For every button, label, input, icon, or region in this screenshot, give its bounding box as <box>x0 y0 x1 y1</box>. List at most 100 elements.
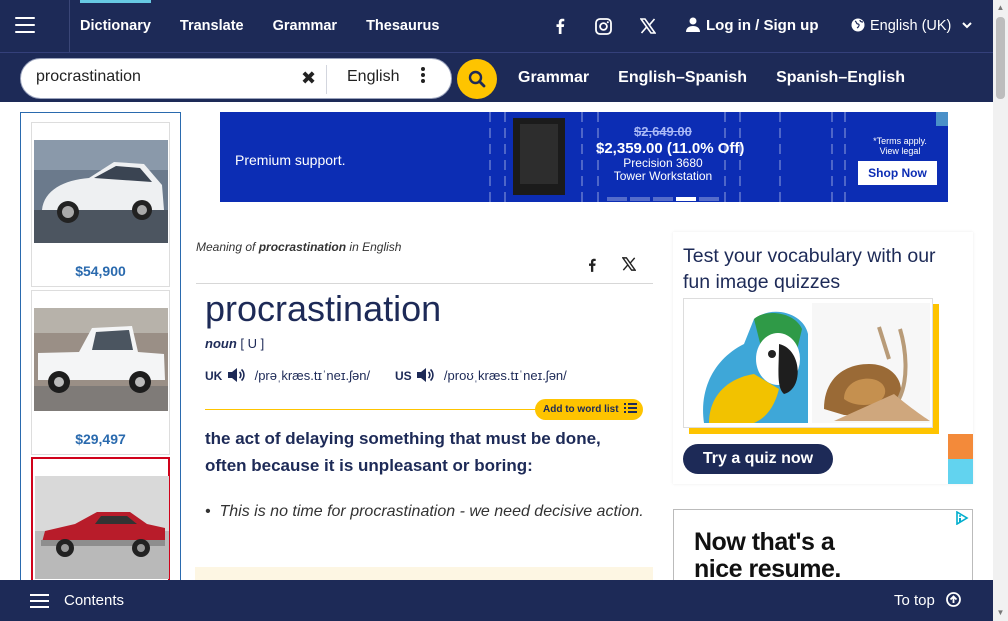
part-of-speech: noun [ U ] <box>205 336 264 351</box>
entry-meta: Meaning of procrastination in English <box>196 240 401 254</box>
definition-text: the act of delaying something that must … <box>205 429 601 475</box>
primary-nav: Dictionary Translate Grammar Thesaurus <box>80 0 468 52</box>
example-sentence: • This is no time for procrastination - … <box>205 500 645 524</box>
us-pronunciation: US /proʊˌkræs.tɪˈneɪ.ʃən/ <box>395 367 567 383</box>
share-x-icon[interactable] <box>621 257 637 276</box>
nav-translate[interactable]: Translate <box>180 0 244 52</box>
banner-new-price: $2,359.00 (11.0% Off) <box>596 140 745 157</box>
meaning-suffix: in English <box>349 240 402 254</box>
quick-link-spanish-english[interactable]: Spanish–English <box>776 69 905 87</box>
divider <box>205 409 543 410</box>
adchoices-icon[interactable] <box>954 511 970 525</box>
parrot-snail-illustration <box>690 303 930 423</box>
speaker-icon[interactable] <box>416 367 435 383</box>
login-label: Log in / Sign up <box>706 17 819 34</box>
x-twitter-icon[interactable] <box>640 0 656 52</box>
banner-headline: Premium support. <box>235 152 346 168</box>
clear-search-icon[interactable]: ✖ <box>301 68 316 89</box>
quiz-title: Test your vocabulary with our fun image … <box>683 245 936 293</box>
uk-ipa: /prəˌkræs.tɪˈneɪ.ʃən/ <box>254 368 371 383</box>
orange-stripe <box>948 434 973 459</box>
example-body: This is no time for procrastination - we… <box>219 503 644 520</box>
top-nav-bar: Dictionary Translate Grammar Thesaurus L… <box>0 0 993 52</box>
to-top-button[interactable]: To top <box>894 580 961 621</box>
shop-now-button[interactable]: Shop Now <box>858 161 937 185</box>
quiz-images[interactable] <box>683 298 933 428</box>
banner-terms[interactable]: *Terms apply. View legal <box>865 136 935 156</box>
left-ad-column: $54,900 $29,497 <box>20 112 181 582</box>
contents-label: Contents <box>64 592 125 609</box>
list-icon <box>624 403 638 413</box>
bottom-bar: Contents To top <box>0 580 993 621</box>
contents-button[interactable]: Contents <box>30 580 124 621</box>
image-quiz-widget: Test your vocabulary with our fun image … <box>673 232 973 484</box>
hamburger-icon <box>30 593 49 608</box>
slide-dot[interactable] <box>630 197 650 201</box>
login-signup-link[interactable]: Log in / Sign up <box>686 0 818 52</box>
search-bar: ✖ English Grammar English–Spanish Spanis… <box>0 52 993 102</box>
speaker-icon[interactable] <box>227 367 246 383</box>
grammar-code: [ U ] <box>240 336 265 351</box>
add-to-word-list-label: Add to word list <box>543 404 619 415</box>
chevron-down-icon <box>962 22 973 29</box>
globe-icon <box>851 18 865 32</box>
us-ipa: /proʊˌkræs.tɪˈneɪ.ʃən/ <box>443 368 567 383</box>
meaning-word: procrastination <box>258 240 347 254</box>
slide-dot-active[interactable] <box>676 197 696 201</box>
resume-ad-text: Now that's a nice resume. <box>694 529 841 583</box>
search-input[interactable] <box>36 68 296 86</box>
headword: procrastination <box>205 288 442 329</box>
car-ad-3[interactable] <box>31 457 170 581</box>
car-price: $29,497 <box>75 431 126 447</box>
search-icon <box>468 70 486 88</box>
add-to-word-list-button[interactable]: Add to word list <box>535 399 643 420</box>
search-box: ✖ English <box>20 58 452 99</box>
nav-grammar[interactable]: Grammar <box>273 0 337 52</box>
uk-label: UK <box>205 369 223 383</box>
banner-old-price: $2,649.00 <box>634 124 692 139</box>
example-text: • This is no time for procrastination - … <box>205 503 644 520</box>
slide-dot[interactable] <box>607 197 627 201</box>
scroll-up-icon[interactable]: ▲ <box>996 3 1005 12</box>
scroll-down-icon[interactable]: ▼ <box>996 608 1005 617</box>
car-photo <box>34 140 168 243</box>
quick-links: Grammar English–Spanish Spanish–English <box>518 53 934 103</box>
banner-slide-indicator <box>607 197 722 201</box>
banner-ad[interactable]: Premium support. $2,649.00 $2,359.00 (11… <box>220 112 948 202</box>
car-photo <box>35 476 169 579</box>
us-label: US <box>395 369 412 383</box>
divider <box>326 65 327 94</box>
hamburger-icon <box>15 17 35 33</box>
car-ad-1[interactable]: $54,900 <box>31 122 170 287</box>
dictionary-select[interactable]: English <box>347 68 399 86</box>
facebook-icon[interactable] <box>553 0 567 52</box>
decorative-stripes <box>948 434 973 484</box>
user-icon <box>686 17 700 32</box>
meaning-prefix: Meaning of <box>196 240 256 254</box>
uk-pronunciation: UK /prəˌkræs.tɪˈneɪ.ʃən/ <box>205 367 370 383</box>
car-ad-2[interactable]: $29,497 <box>31 290 170 455</box>
nav-thesaurus[interactable]: Thesaurus <box>366 0 439 52</box>
scroll-thumb[interactable] <box>996 17 1005 99</box>
to-top-label: To top <box>894 592 935 609</box>
try-quiz-button[interactable]: Try a quiz now <box>683 444 833 474</box>
share-facebook-icon[interactable] <box>586 257 598 278</box>
quick-link-english-spanish[interactable]: English–Spanish <box>618 69 747 87</box>
main-menu-button[interactable] <box>0 0 70 52</box>
arrow-up-circle-icon <box>946 592 961 607</box>
slide-dot[interactable] <box>699 197 719 201</box>
car-price: $54,900 <box>75 263 126 279</box>
divider <box>196 283 653 284</box>
resume-ad-line2: nice resume. <box>694 555 841 583</box>
quick-link-grammar[interactable]: Grammar <box>518 69 589 87</box>
search-button[interactable] <box>457 59 497 99</box>
instagram-icon[interactable] <box>595 0 612 52</box>
resume-ad[interactable]: Now that's a nice resume. <box>673 509 973 589</box>
language-selector[interactable]: English (UK) <box>851 0 973 52</box>
page-scrollbar[interactable]: ▲ ▼ <box>993 0 1008 621</box>
slide-dot[interactable] <box>653 197 673 201</box>
banner-product: Precision 3680 Tower Workstation <box>613 156 713 183</box>
resume-ad-line1: Now that's a <box>694 528 835 556</box>
nav-dictionary[interactable]: Dictionary <box>80 0 151 52</box>
more-options-icon[interactable] <box>421 67 429 87</box>
